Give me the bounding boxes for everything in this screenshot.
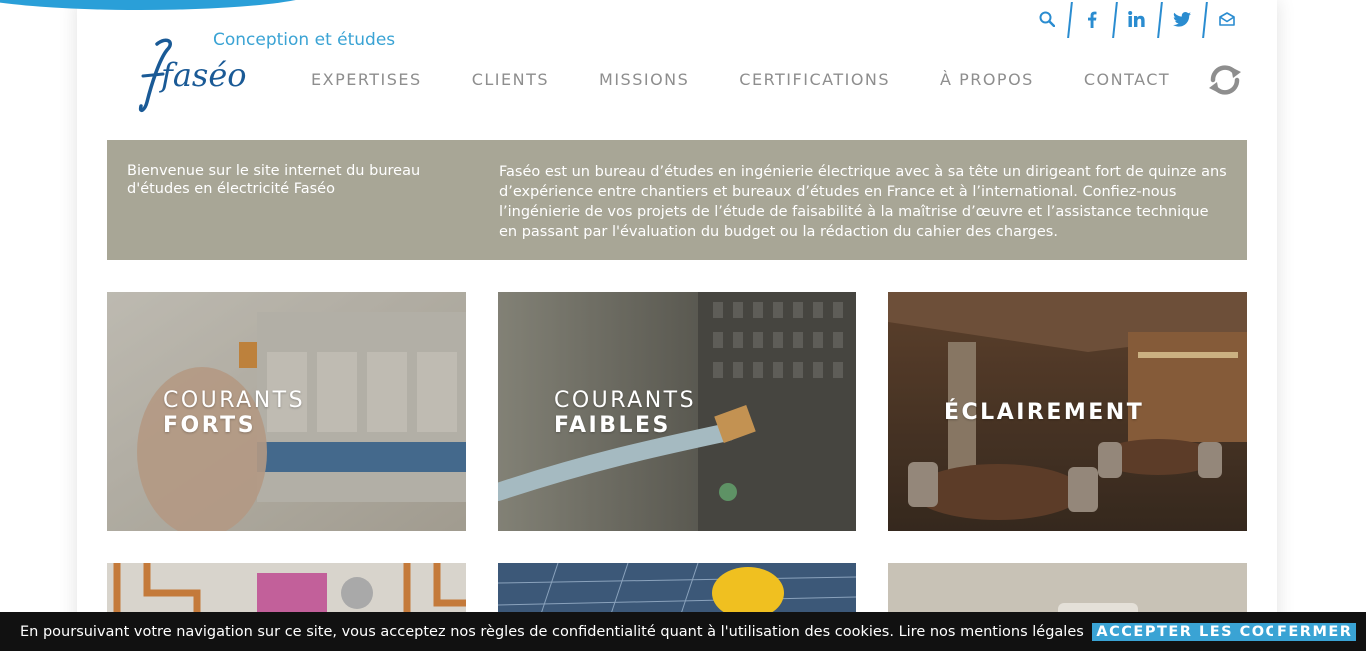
tile-label-line2: FORTS	[163, 413, 257, 438]
tile-courants-faibles[interactable]: COURANTS FAIBLES	[498, 292, 856, 531]
facebook-icon[interactable]	[1069, 0, 1114, 38]
social-links	[1024, 0, 1249, 38]
intro-welcome-text: Bienvenue sur le site internet du bureau…	[127, 163, 421, 197]
tagline: Conception et études	[213, 30, 396, 50]
nav-item-expertises[interactable]: EXPERTISES	[311, 70, 422, 89]
tile-label-line1: COURANTS	[163, 388, 306, 413]
close-cookie-button[interactable]: FERMER	[1273, 623, 1357, 641]
tile-label-title: ÉCLAIREMENT	[944, 400, 1145, 425]
refresh-icon[interactable]	[1207, 64, 1243, 96]
search-icon[interactable]	[1024, 0, 1069, 38]
nav-item-missions[interactable]: MISSIONS	[599, 70, 689, 89]
intro-panel: Bienvenue sur le site internet du bureau…	[107, 140, 1247, 260]
twitter-icon[interactable]	[1159, 0, 1204, 38]
nav-item-certifications[interactable]: CERTIFICATIONS	[739, 70, 890, 89]
logo-text: faséo	[159, 56, 247, 94]
linkedin-icon[interactable]	[1114, 0, 1159, 38]
intro-description: Faséo est un bureau d’études en ingénier…	[499, 164, 1227, 240]
tile-eclairement[interactable]: ÉCLAIREMENT	[888, 292, 1247, 531]
nav-item-a-propos[interactable]: À PROPOS	[940, 70, 1034, 89]
tile-label-line2: FAIBLES	[554, 413, 671, 438]
tile-label-line1: COURANTS	[554, 388, 697, 413]
nav-item-clients[interactable]: CLIENTS	[472, 70, 549, 89]
mail-icon[interactable]	[1204, 0, 1249, 38]
cookie-message: En poursuivant votre navigation sur ce s…	[20, 624, 1084, 640]
nav-item-contact[interactable]: CONTACT	[1084, 70, 1170, 89]
main-nav: EXPERTISES CLIENTS MISSIONS CERTIFICATIO…	[311, 70, 1220, 89]
page-container: faséo Conception et études EXPERTISES CL…	[77, 0, 1277, 651]
cookie-banner: En poursuivant votre navigation sur ce s…	[0, 612, 1366, 651]
tile-courants-forts[interactable]: COURANTS FORTS	[107, 292, 466, 531]
